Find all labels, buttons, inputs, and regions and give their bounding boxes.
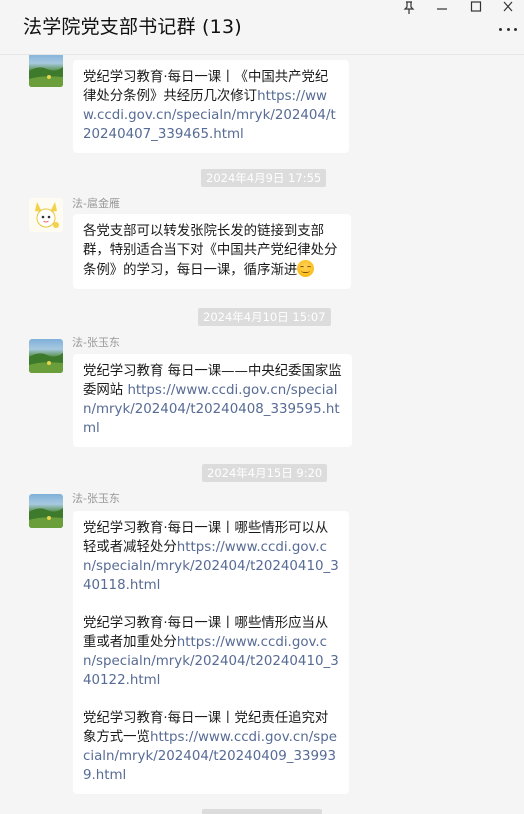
minimize-icon[interactable] (432, 0, 452, 14)
timestamp: 2024年4月15日 9:20 (202, 464, 328, 482)
title-bar: 法学院党支部书记群 (13) (0, 0, 524, 55)
smile-emoji-icon (297, 260, 315, 277)
more-dots-icon[interactable] (499, 28, 517, 34)
message-bubble[interactable]: 党纪学习教育 每日一课——中央纪委国家监委网站 https://www.ccdi… (73, 354, 352, 447)
maximize-icon[interactable] (466, 0, 486, 14)
sender-name: 法-扈金雁 (72, 197, 120, 210)
avatar[interactable] (29, 339, 63, 373)
timestamp-partial (202, 809, 322, 814)
timestamp: 2024年4月10日 15:07 (198, 308, 331, 326)
message-paragraph: 党纪学习教育·每日一课丨哪些情形可以从轻或者减轻处分https://www.cc… (83, 519, 339, 595)
message-paragraph: 党纪学习教育·每日一课丨哪些情形应当从重或者加重处分https://www.cc… (83, 614, 339, 690)
message-list[interactable]: 党纪学习教育·每日一课丨《中国共产党纪律处分条例》共经历几次修订https://… (0, 55, 524, 814)
pin-icon[interactable] (399, 0, 419, 14)
close-icon[interactable] (498, 0, 518, 14)
message-paragraph: 党纪学习教育·每日一课丨党纪责任追究对象方式一览https://www.ccdi… (83, 709, 339, 785)
message-bubble[interactable]: 各党支部可以转发张院长发的链接到支部群，特别适合当下对《中国共产党纪律处分条例》… (73, 214, 351, 289)
timestamp: 2024年4月9日 17:55 (201, 169, 327, 187)
chat-title: 法学院党支部书记群 (13) (23, 16, 242, 38)
sender-name: 法-张玉东 (72, 336, 120, 349)
avatar[interactable] (29, 55, 63, 87)
message-bubble[interactable]: 党纪学习教育·每日一课丨《中国共产党纪律处分条例》共经历几次修订https://… (73, 60, 349, 153)
message-bubble[interactable]: 党纪学习教育·每日一课丨哪些情形可以从轻或者减轻处分https://www.cc… (73, 511, 349, 794)
avatar[interactable] (29, 198, 63, 232)
avatar[interactable] (29, 494, 63, 528)
sender-name: 法-张玉东 (72, 492, 120, 505)
